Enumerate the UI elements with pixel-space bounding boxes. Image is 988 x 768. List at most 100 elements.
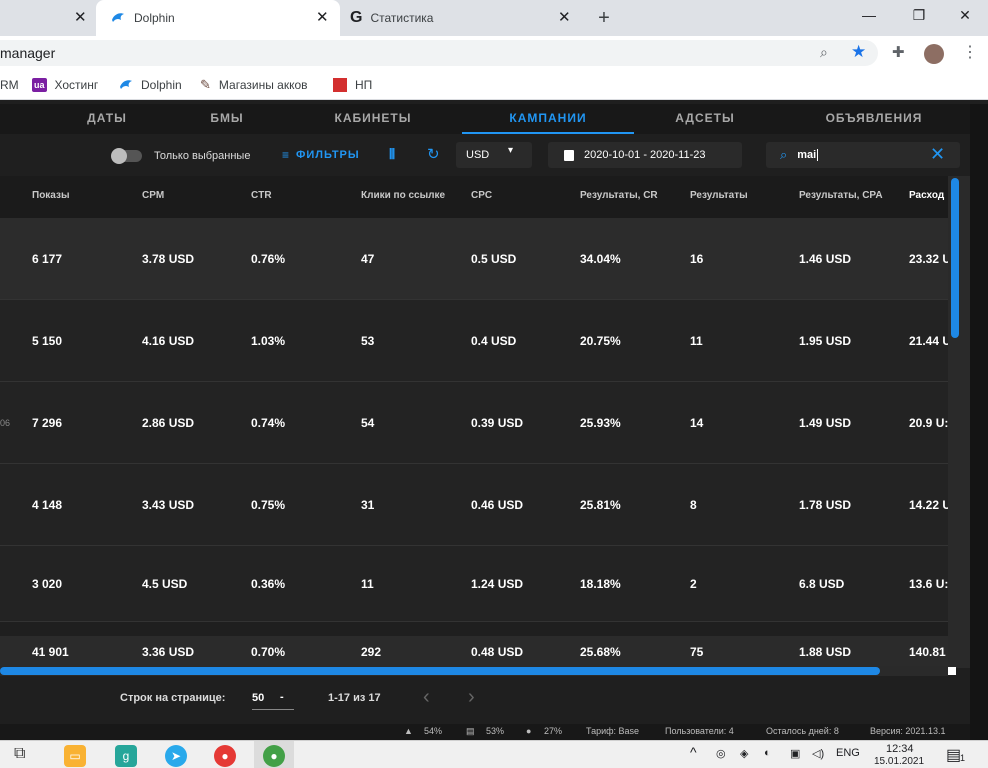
users-count: Пользователи: 4 [665,726,734,736]
table-cell: 21.44 U [909,334,952,348]
total-cell: 140.81 [909,645,946,659]
chrome-icon[interactable]: ● [214,745,236,767]
google-icon: G [350,9,363,26]
column-header[interactable]: Результаты, CPA [799,190,883,201]
table-row[interactable]: 5 150 4.16 USD 1.03% 53 0.4 USD 20.75% 11 1.95 … [0,300,952,382]
close-icon[interactable]: ✕ [316,8,329,26]
chrome-icon[interactable]: ● [263,745,285,767]
column-header[interactable]: CPC [471,190,492,201]
bookmarks-bar: RM ua Хостинг Dolphin ✎ Магазины акков Н… [0,70,988,100]
table-cell: 0.36% [251,577,286,591]
table-header: Показы CPM CTR Клики по ссылке CPC Резул… [0,176,948,218]
table-row[interactable]: 06 7 296 2.86 USD 0.74% 54 0.39 USD 25.93% 14 1.… [0,382,948,464]
tab-ads[interactable]: ОБЪЯВЛЕНИЯ [800,104,948,134]
tab-cabinets[interactable]: КАБИНЕТЫ [306,104,440,134]
search-input[interactable]: mai [797,149,819,161]
tab-campaigns[interactable]: КАМПАНИИ [462,104,634,134]
bookmark-dolphin[interactable]: Dolphin [118,76,182,94]
column-header[interactable]: CPM [142,190,164,201]
table-cell: 1.78 USD [799,498,852,512]
column-header[interactable]: Показы [32,190,70,201]
table-row[interactable]: 3 020 4.5 USD 0.36% 11 1.24 USD 18.18% 2 6.8 US… [0,546,948,622]
language-indicator[interactable]: ENG [836,747,860,759]
rows-per-page-select[interactable]: 50 - [252,688,294,710]
only-selected-toggle[interactable] [111,148,142,164]
search-box[interactable]: ⌕ mai ✕ [766,142,960,168]
browser-tab-statistics[interactable]: G Статистика ✕ [340,0,584,36]
browser-tab-previous[interactable]: ✕ [0,0,96,36]
table-cell: 8 [690,498,697,512]
column-header[interactable]: Расход [909,190,944,201]
close-icon[interactable]: ✕ [74,8,87,26]
clear-search-icon[interactable]: ✕ [930,144,945,165]
prev-page-button[interactable]: ‹ [423,686,430,709]
column-header[interactable]: CTR [251,190,272,201]
tray-app-icon[interactable]: ◈ [740,747,748,760]
filters-button[interactable]: ≡ ФИЛЬТРЫ [282,148,360,162]
table-row[interactable]: 6 177 3.78 USD 0.76% 47 0.5 USD 34.04% 16 1.46 … [0,218,951,300]
bookmark-np[interactable]: НП [333,76,372,94]
bookmark-rm[interactable]: RM [0,76,19,94]
table-cell: 6.8 USD [799,577,845,591]
tray-expand-icon[interactable]: ^ [690,744,697,760]
tab-bms[interactable]: БМЫ [160,104,294,134]
window-close-button[interactable]: ✕ [942,0,988,30]
volume-icon[interactable]: ◁) [812,747,824,760]
table-row[interactable]: 4 148 3.43 USD 0.75% 31 0.46 USD 25.81% 8 1.78 … [0,464,951,546]
bookmark-label: Хостинг [54,78,99,92]
table-cell: 4 148 [32,498,63,512]
totals-row: 41 901 3.36 USD 0.70% 292 0.48 USD 25.68… [0,636,948,668]
notifications-icon[interactable]: ▤ [946,745,961,765]
extensions-icon[interactable]: ✚ [892,43,905,61]
app-icon[interactable]: g [115,745,137,767]
date-range-picker[interactable]: 2020-10-01 - 2020-11-23 [548,142,742,168]
network-icon[interactable]: ▣ [790,747,800,760]
bookmark-star-icon[interactable]: ★ [851,42,866,62]
menu-icon[interactable]: ⋮ [962,42,978,62]
dolphin-icon [112,13,124,22]
next-page-button[interactable]: › [468,686,475,709]
table-cell: 6 177 [32,252,63,266]
total-cell: 75 [690,645,704,659]
column-header[interactable]: Результаты, CR [580,190,658,201]
minimize-button[interactable]: — [846,0,892,30]
tray-app-icon[interactable]: ◎ [716,747,726,760]
vertical-scrollbar[interactable] [948,176,970,668]
hosting-icon: ua [32,78,47,92]
address-text: manager [0,45,56,61]
bookmark-hosting[interactable]: ua Хостинг [32,76,98,94]
tab-dates[interactable]: ДАТЫ [40,104,174,134]
new-tab-button[interactable]: + [592,0,616,36]
browser-tab-dolphin[interactable]: Dolphin ✕ [96,0,340,36]
horizontal-scrollbar[interactable] [0,666,956,676]
total-cell: 0.48 USD [471,645,524,659]
horizontal-scroll-thumb[interactable] [0,667,880,675]
currency-select[interactable]: USD ▾ [456,142,532,168]
file-explorer-icon[interactable]: ▭ [64,745,86,767]
profile-avatar[interactable] [924,44,944,64]
clock-time[interactable]: 12:34 [886,743,914,755]
clock-date[interactable]: 15.01.2021 [874,756,924,767]
column-header[interactable]: Результаты [690,190,748,201]
zoom-icon[interactable]: ⌕ [820,44,828,61]
telegram-icon[interactable]: ➤ [165,745,187,767]
total-cell: 3.36 USD [142,645,195,659]
maximize-button[interactable]: ❐ [896,0,942,30]
page-scrollbar[interactable] [970,104,988,740]
close-icon[interactable]: ✕ [558,8,571,26]
column-header[interactable]: Клики по ссылке [361,190,445,201]
total-cell: 41 901 [32,645,69,659]
table-cell: 1.24 USD [471,577,524,591]
address-bar[interactable]: manager [0,40,878,66]
task-view-icon[interactable]: ⧉ [14,745,25,763]
ram-icon: ▤ [466,726,475,736]
vertical-scroll-thumb[interactable] [951,178,959,338]
columns-icon[interactable]: ⦀ [389,146,395,163]
refresh-icon[interactable]: ↻ [427,145,440,163]
bookmark-shops[interactable]: ✎ Магазины акков [200,76,308,94]
table-cell: 34.04% [580,252,621,266]
days-left: Осталось дней: 8 [766,726,839,736]
tab-adsets[interactable]: АДСЕТЫ [638,104,772,134]
bookmark-label: RM [0,78,19,92]
tray-app-icon[interactable]: ◐ [764,747,771,759]
